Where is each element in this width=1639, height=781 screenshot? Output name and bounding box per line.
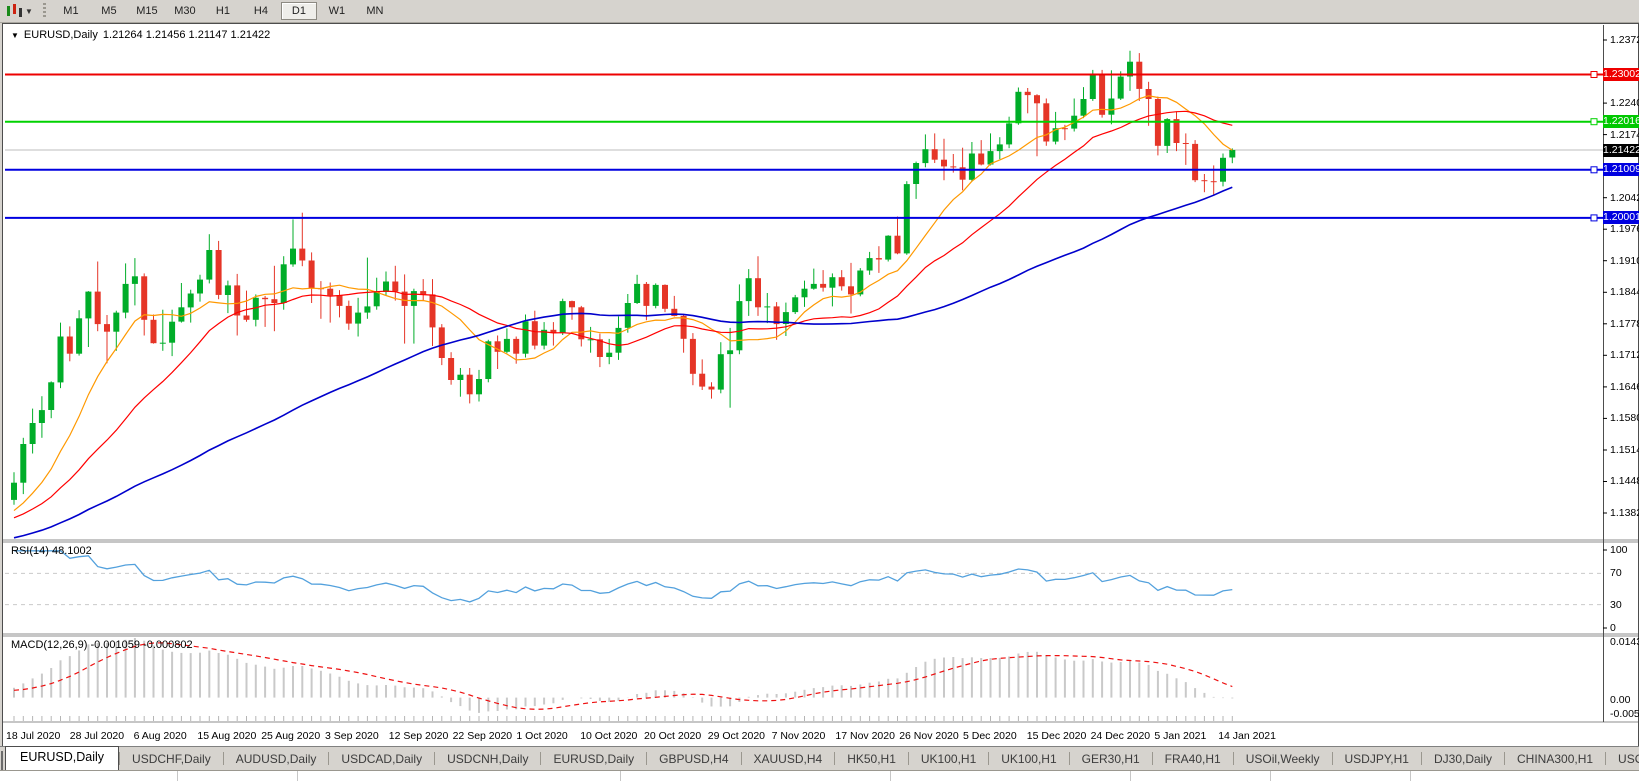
date-axis-label: 12 Sep 2020 — [389, 730, 449, 742]
macd-indicator-label: MACD(12,26,9) -0.001059 -0.000802 — [11, 639, 193, 651]
date-axis-label: 5 Jan 2021 — [1154, 730, 1206, 742]
price-badge-1.20001: 1.20001 — [1603, 211, 1639, 224]
price-tick-label: 1.14485 — [1610, 475, 1639, 487]
chart-window: ▼ EURUSD,Daily 1.21264 1.21456 1.21147 1… — [2, 23, 1639, 747]
chart-tab-14[interactable]: USDJPY,H1 — [1333, 749, 1421, 770]
chart-tab-2[interactable]: AUDUSD,Daily — [224, 749, 329, 770]
price-badge-1.21422: 1.21422 — [1603, 144, 1639, 157]
date-axis-label: 18 Jul 2020 — [6, 730, 60, 742]
chart-bg — [4, 25, 1638, 746]
chart-tab-4[interactable]: USDCNH,Daily — [435, 749, 540, 770]
price-tick-label: 1.17785 — [1610, 318, 1639, 330]
date-axis-label: 3 Sep 2020 — [325, 730, 379, 742]
chart-tab-1[interactable]: USDCHF,Daily — [120, 749, 223, 770]
date-axis-label: 24 Dec 2020 — [1091, 730, 1151, 742]
chart-tab-bar: EURUSD,DailyUSDCHF,DailyAUDUSD,DailyUSDC… — [0, 746, 1639, 770]
price-tick-label: 1.15145 — [1610, 444, 1639, 456]
chart-tab-7[interactable]: XAUUSD,H4 — [742, 749, 835, 770]
chart-canvas[interactable] — [3, 24, 1638, 746]
macd-axis-label: -0.005396 — [1610, 708, 1639, 720]
chart-symbol-label: EURUSD,Daily — [24, 29, 98, 41]
timeframe-button-m1[interactable]: M1 — [53, 2, 89, 20]
chart-tab-12[interactable]: FRA40,H1 — [1153, 749, 1233, 770]
rsi-axis-label: 30 — [1610, 599, 1622, 611]
price-tick-label: 1.22405 — [1610, 97, 1639, 109]
chart-dropdown-icon[interactable]: ▼ — [11, 31, 19, 40]
timeframe-button-group: M1M5M15M30H1H4D1W1MN — [52, 2, 394, 20]
chart-tab-5[interactable]: EURUSD,Daily — [541, 749, 646, 770]
timeframe-button-w1[interactable]: W1 — [319, 2, 355, 20]
date-axis-label: 15 Dec 2020 — [1027, 730, 1087, 742]
chart-tab-0[interactable]: EURUSD,Daily — [5, 746, 119, 770]
date-axis-label: 7 Nov 2020 — [772, 730, 826, 742]
rsi-axis-label: 70 — [1610, 567, 1622, 579]
chevron-down-icon[interactable]: ▼ — [25, 7, 33, 16]
price-tick-label: 1.18445 — [1610, 286, 1639, 298]
price-badge-1.21009: 1.21009 — [1603, 163, 1639, 176]
date-axis-label: 15 Aug 2020 — [197, 730, 256, 742]
timeframe-button-m5[interactable]: M5 — [91, 2, 127, 20]
rsi-axis-label: 0 — [1610, 622, 1616, 634]
chart-tab-3[interactable]: USDCAD,Daily — [329, 749, 434, 770]
date-axis-label: 5 Dec 2020 — [963, 730, 1017, 742]
chart-tab-10[interactable]: UK100,H1 — [989, 749, 1068, 770]
rsi-indicator-label: RSI(14) 48.1002 — [11, 545, 92, 557]
date-axis-label: 28 Jul 2020 — [70, 730, 124, 742]
price-tick-label: 1.13825 — [1610, 507, 1639, 519]
chart-tab-16[interactable]: CHINA300,H1 — [1505, 749, 1605, 770]
date-axis-label: 26 Nov 2020 — [899, 730, 959, 742]
chart-tab-9[interactable]: UK100,H1 — [909, 749, 988, 770]
chart-tab-13[interactable]: USOil,Weekly — [1234, 749, 1332, 770]
chart-style-icon[interactable] — [4, 3, 24, 19]
timeframe-button-m30[interactable]: M30 — [167, 2, 203, 20]
chart-title: ▼ EURUSD,Daily 1.21264 1.21456 1.21147 1… — [11, 29, 270, 41]
timeframe-button-d1[interactable]: D1 — [281, 2, 317, 20]
timeframe-button-h4[interactable]: H4 — [243, 2, 279, 20]
timeframe-button-m15[interactable]: M15 — [129, 2, 165, 20]
chart-tab-6[interactable]: GBPUSD,H4 — [647, 749, 740, 770]
price-tick-label: 1.20425 — [1610, 192, 1639, 204]
price-tick-label: 1.19105 — [1610, 255, 1639, 267]
date-axis-label: 20 Oct 2020 — [644, 730, 701, 742]
chart-tab-17[interactable]: USOil, — [1606, 749, 1639, 770]
date-axis-label: 25 Aug 2020 — [261, 730, 320, 742]
date-axis-label: 1 Oct 2020 — [516, 730, 567, 742]
date-axis-label: 22 Sep 2020 — [453, 730, 513, 742]
macd-axis-label: 0.014384 — [1610, 636, 1639, 648]
date-axis-label: 10 Oct 2020 — [580, 730, 637, 742]
toolbar-grip[interactable] — [43, 3, 46, 19]
bottom-panel-edge — [0, 770, 1639, 781]
price-badge-1.22016: 1.22016 — [1603, 115, 1639, 128]
timeframe-button-h1[interactable]: H1 — [205, 2, 241, 20]
price-tick-label: 1.23725 — [1610, 34, 1639, 46]
date-axis-label: 29 Oct 2020 — [708, 730, 765, 742]
price-tick-label: 1.21745 — [1610, 129, 1639, 141]
price-badge-1.23002: 1.23002 — [1603, 68, 1639, 81]
chart-ohlc-values: 1.21264 1.21456 1.21147 1.21422 — [103, 29, 270, 41]
date-axis-label: 17 Nov 2020 — [835, 730, 895, 742]
chart-tab-15[interactable]: DJ30,Daily — [1422, 749, 1504, 770]
date-axis-label: 6 Aug 2020 — [134, 730, 187, 742]
timeframe-button-mn[interactable]: MN — [357, 2, 393, 20]
price-tick-label: 1.16465 — [1610, 381, 1639, 393]
date-axis-label: 14 Jan 2021 — [1218, 730, 1276, 742]
price-tick-label: 1.15805 — [1610, 412, 1639, 424]
price-tick-label: 1.19765 — [1610, 223, 1639, 235]
top-toolbar: ▼ M1M5M15M30H1H4D1W1MN — [0, 0, 1639, 23]
chart-tab-8[interactable]: HK50,H1 — [835, 749, 908, 770]
macd-axis-label: 0.00 — [1610, 694, 1630, 706]
tabs-container: EURUSD,DailyUSDCHF,DailyAUDUSD,DailyUSDC… — [3, 746, 1639, 770]
price-tick-label: 1.17125 — [1610, 349, 1639, 361]
rsi-axis-label: 100 — [1610, 544, 1628, 556]
chart-tab-11[interactable]: GER30,H1 — [1070, 749, 1152, 770]
